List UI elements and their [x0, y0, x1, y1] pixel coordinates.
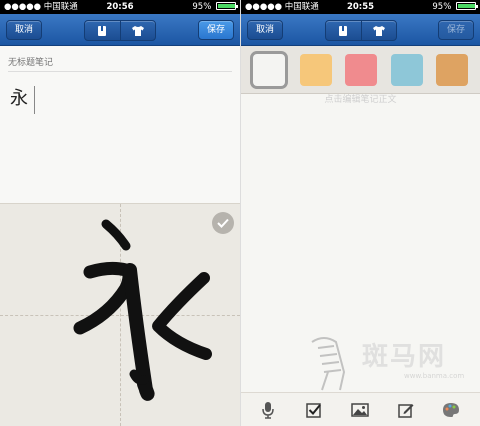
recognized-handwriting-text[interactable]: 永 [10, 84, 28, 110]
swatch-white[interactable] [253, 54, 285, 86]
battery-status: 95% [192, 0, 238, 14]
handwritten-stroke [73, 219, 212, 401]
nav-bar: 取消 保存 [0, 14, 240, 46]
checkbox-icon[interactable] [305, 401, 323, 419]
swatch-pink[interactable] [345, 54, 377, 86]
image-icon[interactable] [351, 401, 369, 419]
bottom-toolbar [241, 392, 480, 426]
swatch-orange[interactable] [436, 54, 468, 86]
cancel-button[interactable]: 取消 [6, 20, 43, 40]
battery-percent: 95% [432, 2, 452, 12]
shirt-icon[interactable] [360, 21, 397, 40]
cancel-button[interactable]: 取消 [247, 20, 284, 40]
watermark-text: 斑马网 [362, 342, 447, 372]
note-editor-handwriting-screen: ●●●●● 中国联通 20:56 95% 取消 保存 永 [0, 0, 240, 426]
watermark-url: www.banma.com [404, 372, 465, 380]
battery-status: 95% [432, 0, 478, 14]
text-cursor [34, 86, 35, 114]
confirm-handwriting-button[interactable] [212, 212, 234, 234]
note-editor-background-screen: ●●●●● 中国联通 20:55 95% 取消 保存 点击编辑笔记正文 斑马网 … [240, 0, 480, 426]
save-button[interactable]: 保存 [437, 20, 474, 40]
note-type-segmented-control [325, 20, 397, 41]
save-button[interactable]: 保存 [197, 20, 234, 40]
background-palette [241, 46, 480, 94]
microphone-icon[interactable] [259, 401, 277, 419]
battery-icon [456, 2, 478, 10]
handwriting-pad[interactable] [0, 203, 240, 426]
checkmark-icon [217, 218, 229, 228]
status-bar: ●●●●● 中国联通 20:55 95% [241, 0, 480, 14]
swatch-blue[interactable] [391, 54, 423, 86]
nav-bar: 取消 保存 [241, 14, 480, 46]
watermark: 斑马网 www.banma.com [304, 332, 474, 392]
swatch-yellow[interactable] [300, 54, 332, 86]
edit-icon[interactable] [397, 401, 415, 419]
note-title-input[interactable] [8, 54, 232, 72]
status-bar: ●●●●● 中国联通 20:56 95% [0, 0, 240, 14]
note-body-placeholder[interactable]: 点击编辑笔记正文 [241, 92, 480, 105]
battery-icon [216, 2, 238, 10]
zebra-logo-icon [311, 337, 346, 391]
note-type-segmented-control [84, 20, 156, 41]
palette-icon[interactable] [442, 401, 460, 419]
shirt-icon[interactable] [119, 21, 156, 40]
battery-percent: 95% [192, 2, 212, 12]
notebook-icon[interactable] [326, 21, 361, 40]
notebook-icon[interactable] [85, 21, 120, 40]
